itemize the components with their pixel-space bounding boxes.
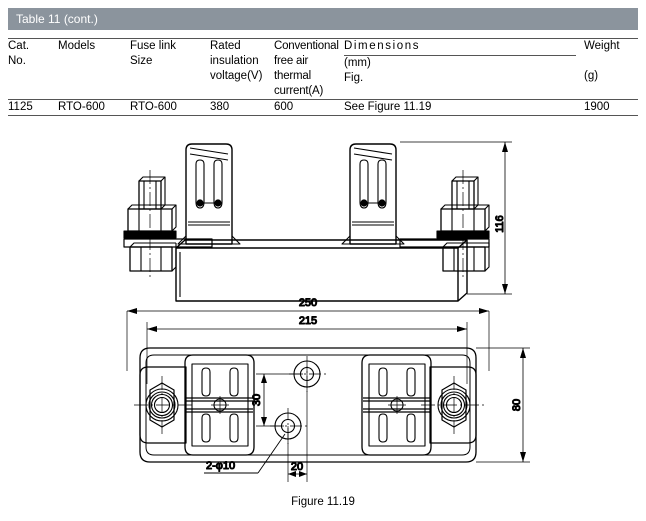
table-row: 1125 RTO-600 RTO-600 380 600 See Figure … (8, 99, 638, 116)
fuse-clip-plan-left (184, 354, 255, 456)
header-weight-spacer (584, 54, 638, 69)
cell-rated-voltage: 380 (210, 99, 274, 116)
header-dim-line1: Dimensions (344, 39, 576, 56)
dimension-20-label: 20 (291, 461, 303, 473)
header-rated-line1: Rated (210, 40, 241, 52)
side-elevation-view: 116 (123, 141, 512, 302)
terminal-bolt-left (123, 170, 213, 278)
hole-callout-label: 2-φ10 (206, 460, 235, 472)
dimension-30-label: 30 (251, 394, 263, 406)
header-weight-line2: (g) (584, 70, 599, 82)
header-conv-line2: free air thermal (274, 55, 311, 82)
document-page: Table 11 (cont.) Cat. No. Models Fuse li… (0, 0, 646, 521)
fuse-clip-right (341, 143, 405, 245)
dimension-250-label: 250 (299, 297, 317, 309)
header-fuse-line2: Size (130, 55, 153, 67)
table-title: Table 11 (cont.) (16, 12, 98, 26)
figure-11-19-svg: 116 250 215 80 30 20 2-φ10 (123, 141, 530, 482)
dimension-215-label: 215 (299, 315, 317, 327)
fuse-clip-plan-right (361, 354, 432, 456)
header-rated-line3: voltage(V) (210, 70, 263, 82)
cell-models: RTO-600 (58, 99, 130, 116)
header-cat-line1: Cat. (8, 40, 30, 52)
specification-table: Table 11 (cont.) Cat. No. Models Fuse li… (8, 8, 638, 116)
terminal-tab-left (134, 366, 195, 444)
header-cat-no: Cat. No. (8, 38, 58, 100)
cell-dimensions-fig: See Figure 11.19 (344, 99, 584, 116)
header-models-label: Models (58, 40, 96, 52)
header-dim-line2: (mm) (344, 57, 371, 69)
table-title-bar: Table 11 (cont.) (8, 8, 638, 30)
header-rated-line2: insulation (210, 55, 259, 67)
figure-caption-text: Figure 11.19 (291, 496, 355, 508)
header-conv-line1: Conventional (274, 40, 339, 52)
technical-drawing: 116 250 215 80 30 20 2-φ10 (0, 126, 646, 496)
spec-table: Cat. No. Models Fuse link Size Rated ins… (8, 38, 638, 116)
terminal-bolt-right (399, 170, 490, 278)
cell-cat-no: 1125 (8, 99, 58, 116)
base-block (175, 239, 468, 302)
header-conventional-current: Conventional free air thermal current(A) (274, 38, 344, 100)
header-rated-insulation-voltage: Rated insulation voltage(V) (210, 38, 274, 100)
header-conv-line3: current(A) (274, 85, 324, 97)
header-weight-line1: Weight (584, 40, 620, 52)
header-dim-line3: Fig. (344, 72, 364, 84)
header-models: Models (58, 38, 130, 100)
cell-conventional-current: 600 (274, 99, 344, 116)
cell-fuse-link-size: RTO-600 (130, 99, 210, 116)
plan-view: 250 215 80 30 20 2-φ10 (126, 296, 530, 482)
fuse-clip-left (177, 143, 241, 245)
dimension-80-label: 80 (511, 399, 523, 411)
header-cat-line2: No. (8, 55, 26, 67)
dimension-116-label: 116 (494, 215, 506, 233)
header-weight: Weight (g) (584, 38, 638, 100)
figure-caption: Figure 11.19 (0, 496, 646, 508)
table-header-row: Cat. No. Models Fuse link Size Rated ins… (8, 38, 638, 100)
header-dimensions: Dimensions (mm) Fig. (344, 38, 584, 100)
cell-weight: 1900 (584, 99, 638, 116)
header-fuse-link-size: Fuse link Size (130, 38, 210, 100)
header-fuse-line1: Fuse link (130, 40, 177, 52)
